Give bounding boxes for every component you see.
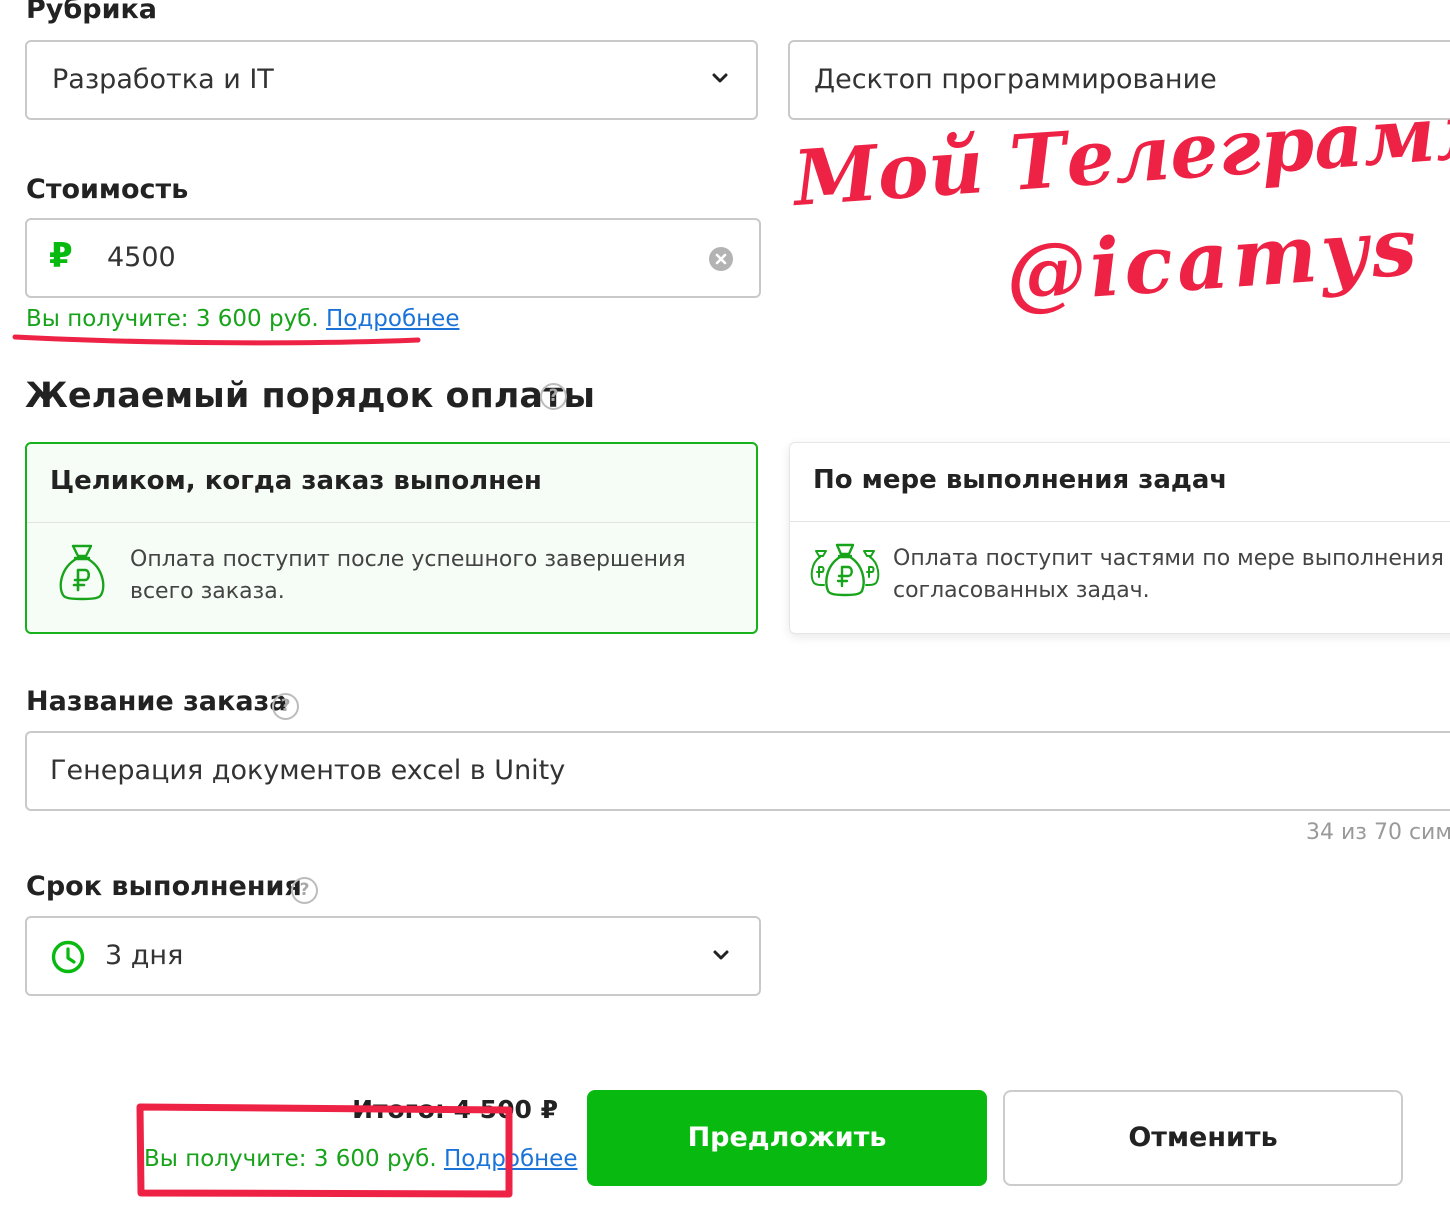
annotation-handwriting-line2: @icamys (1002, 198, 1424, 322)
annotation-handwriting: Мой Телеграмм @icamys (780, 78, 1450, 384)
